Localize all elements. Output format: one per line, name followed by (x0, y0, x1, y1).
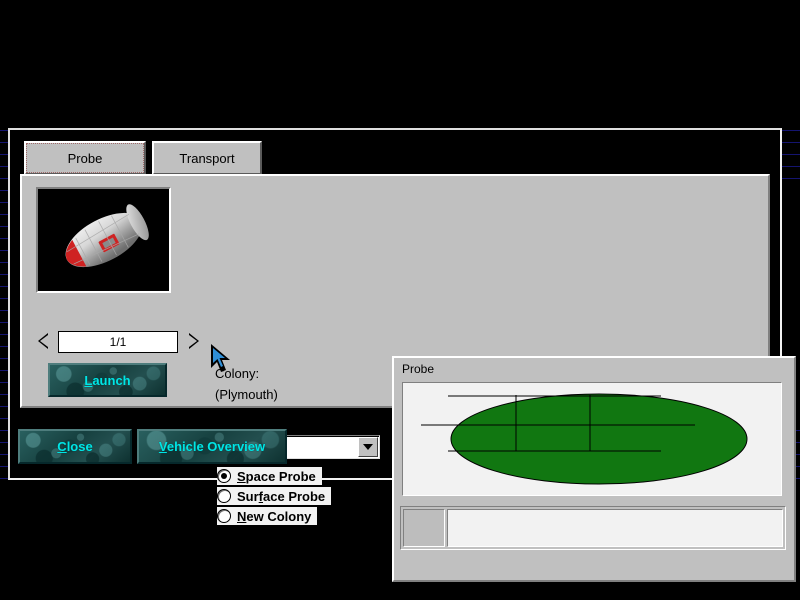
colony-label: Colony: (215, 366, 259, 381)
probe-group-box: Probe (392, 356, 796, 582)
radio-surface-probe-label: Surface Probe (237, 489, 325, 504)
radio-new-colony-label: New Colony (237, 509, 311, 524)
tab-probe[interactable]: Probe (24, 141, 146, 175)
vehicle-overview-button[interactable]: Vehicle Overview (137, 429, 287, 464)
vehicle-overview-button-label: Vehicle Overview (159, 439, 265, 454)
radio-indicator[interactable] (217, 489, 231, 503)
probe-diagram[interactable] (402, 382, 782, 496)
screen: Probe Transport (0, 0, 800, 600)
tab-transport-label: Transport (179, 151, 234, 166)
radio-new-colony[interactable]: New Colony (217, 507, 317, 525)
page-indicator-field[interactable]: 1/1 (58, 331, 178, 353)
chevron-down-icon[interactable] (358, 437, 378, 457)
launch-button-label: Launch (84, 373, 130, 388)
vehicle-pager: 1/1 (36, 331, 201, 353)
cargo-bay-area (400, 506, 786, 550)
colony-value: (Plymouth) (215, 387, 278, 402)
tab-transport[interactable]: Transport (152, 141, 262, 175)
probe-dialog: Probe Transport (8, 128, 782, 480)
cargo-slot-icon[interactable] (403, 509, 445, 547)
radio-space-probe[interactable]: Space Probe (217, 467, 322, 485)
radio-indicator[interactable] (217, 509, 231, 523)
radio-surface-probe[interactable]: Surface Probe (217, 487, 331, 505)
launch-button[interactable]: Launch (48, 363, 167, 397)
radio-space-probe-label: Space Probe (237, 469, 316, 484)
radio-indicator[interactable] (217, 469, 231, 483)
probe-group-title: Probe (402, 362, 434, 376)
close-button[interactable]: Close (18, 429, 132, 464)
space-capsule-render (54, 203, 154, 277)
next-vehicle-icon[interactable] (189, 333, 199, 349)
scanline-mask-top (0, 0, 800, 128)
prev-vehicle-icon[interactable] (38, 333, 48, 349)
probe-schematic-icon (403, 383, 781, 495)
page-indicator-value: 1/1 (110, 335, 127, 349)
close-button-label: Close (57, 439, 92, 454)
tab-focus-ring (26, 143, 144, 173)
vehicle-preview[interactable] (36, 187, 171, 293)
cargo-list[interactable] (447, 509, 783, 547)
